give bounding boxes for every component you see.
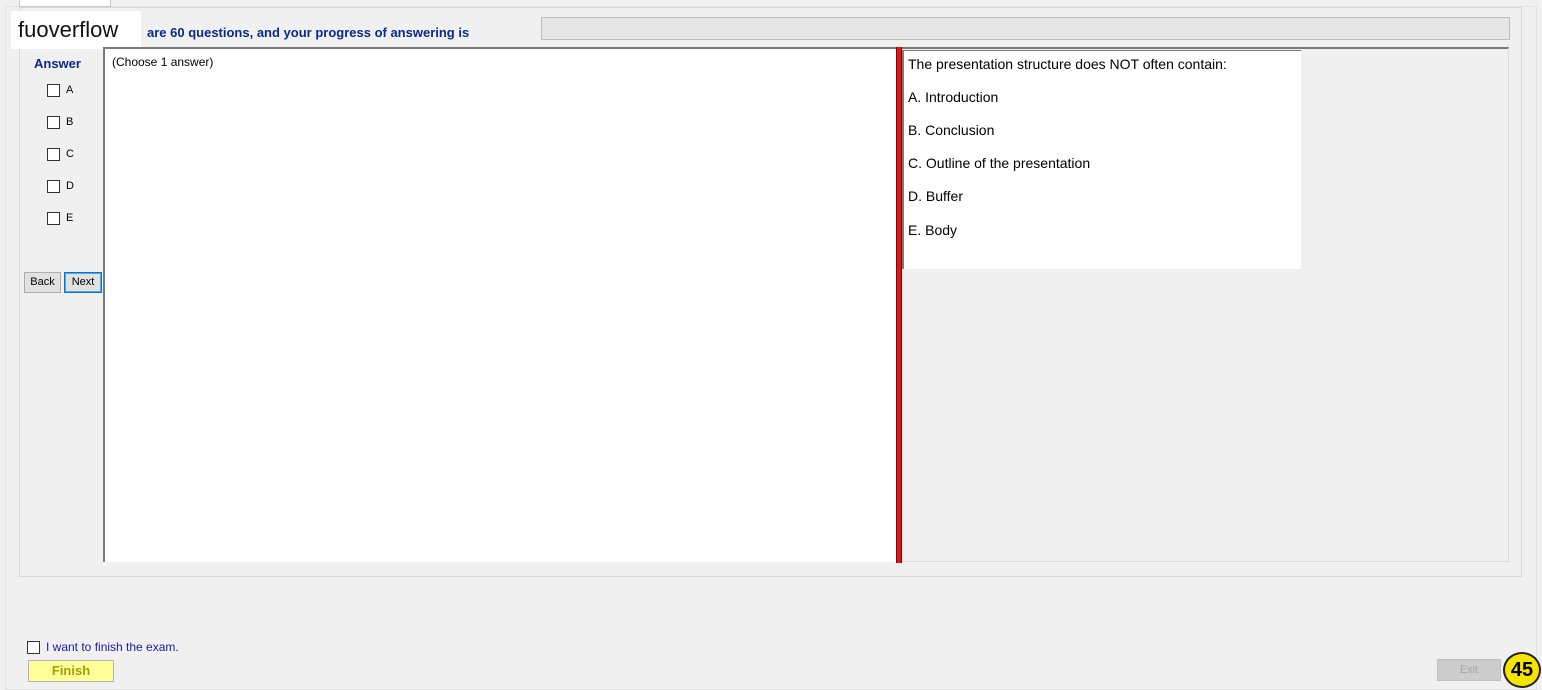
next-button[interactable]: Next (64, 272, 102, 293)
checkbox-d[interactable] (47, 179, 60, 193)
tab-stub[interactable] (19, 0, 111, 7)
page-number-badge: 45 (1503, 652, 1541, 688)
progress-label: are 60 questions, and your progress of a… (147, 25, 470, 40)
question-box: The presentation structure does NOT ofte… (902, 50, 1301, 269)
finish-confirm[interactable]: I want to finish the exam. (27, 640, 179, 654)
finish-checkbox[interactable] (27, 640, 40, 654)
question-option-c: C. Outline of the presentation (908, 155, 1091, 171)
checkbox-b[interactable] (47, 115, 60, 129)
answer-option-c[interactable]: C (47, 147, 74, 161)
question-option-a: A. Introduction (908, 89, 999, 105)
answer-option-d[interactable]: D (47, 179, 74, 193)
question-pane: The presentation structure does NOT ofte… (902, 47, 1509, 562)
finish-button[interactable]: Finish (28, 660, 114, 682)
question-option-b: B. Conclusion (908, 122, 995, 138)
checkbox-e[interactable] (47, 211, 60, 225)
back-button[interactable]: Back (24, 272, 61, 293)
checkbox-c[interactable] (47, 147, 60, 161)
exit-button[interactable]: Exit (1437, 659, 1501, 681)
answer-option-a[interactable]: A (47, 83, 73, 97)
answer-option-b[interactable]: B (47, 115, 73, 129)
answer-option-e[interactable]: E (47, 211, 73, 225)
answer-option-label: D (66, 180, 74, 192)
answer-option-label: E (66, 212, 74, 224)
answer-option-label: B (66, 116, 74, 128)
answer-text-pane[interactable]: (Choose 1 answer) (103, 47, 896, 562)
question-option-e: E. Body (908, 222, 958, 238)
question-option-d: D. Buffer (908, 188, 963, 204)
answer-option-label: A (66, 84, 74, 96)
watermark-logo: fuoverflow (11, 11, 141, 49)
finish-checkbox-label: I want to finish the exam. (46, 640, 179, 654)
answer-option-label: C (66, 148, 74, 160)
question-text: The presentation structure does NOT ofte… (908, 56, 1227, 72)
answer-title: Answer (34, 56, 81, 71)
choose-instruction: (Choose 1 answer) (112, 55, 214, 69)
progress-bar (541, 17, 1510, 40)
checkbox-a[interactable] (47, 83, 60, 97)
